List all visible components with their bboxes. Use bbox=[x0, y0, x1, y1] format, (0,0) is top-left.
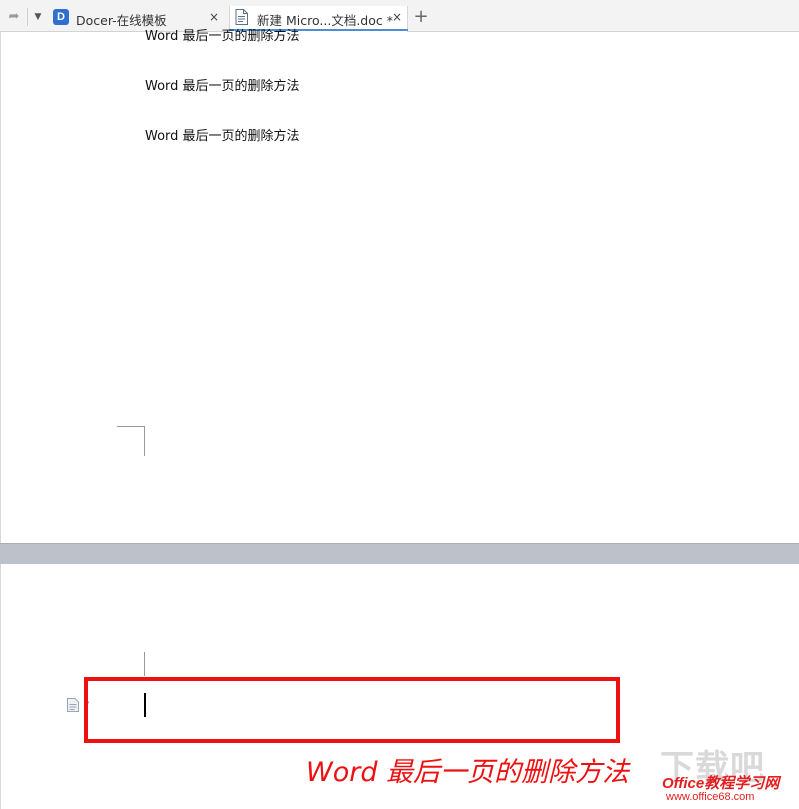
toolbar-divider bbox=[27, 8, 28, 26]
close-icon[interactable]: × bbox=[390, 9, 404, 25]
wps-writer-window: ➦ ▼ D Docer-在线模板 × 新建 Micro...文档.doc * ×… bbox=[0, 0, 799, 809]
annotation-caption: Word 最后一页的删除方法 bbox=[306, 757, 630, 788]
paragraph-line[interactable]: Word 最后一页的删除方法 bbox=[145, 75, 300, 94]
highlight-box bbox=[84, 677, 620, 743]
watermark-brand: Office教程学习网 bbox=[662, 775, 780, 792]
tab-bar: ➦ ▼ D Docer-在线模板 × 新建 Micro...文档.doc * ×… bbox=[0, 0, 799, 32]
document-page-1[interactable]: Word 最后一页的删除方法 Word 最后一页的删除方法 Word 最后一页的… bbox=[0, 29, 799, 543]
quick-access-dropdown-icon[interactable]: ▼ bbox=[31, 9, 45, 25]
paragraph-line[interactable]: Word 最后一页的删除方法 bbox=[145, 25, 300, 44]
redo-icon[interactable]: ➦ bbox=[6, 9, 22, 25]
page-margin-corner-mark bbox=[144, 652, 145, 676]
close-icon[interactable]: × bbox=[207, 9, 221, 25]
paragraph-layout-icon[interactable] bbox=[67, 698, 79, 712]
doc-file-icon bbox=[235, 9, 248, 25]
paragraph-line[interactable]: Word 最后一页的删除方法 bbox=[145, 125, 300, 144]
watermark-url: www.office68.com bbox=[666, 791, 755, 803]
page-margin-corner-mark bbox=[117, 426, 145, 427]
page-margin-corner-mark bbox=[144, 426, 145, 456]
docer-logo-icon: D bbox=[53, 9, 69, 25]
page-separator bbox=[0, 543, 799, 564]
new-tab-plus-icon[interactable]: + bbox=[412, 8, 430, 26]
